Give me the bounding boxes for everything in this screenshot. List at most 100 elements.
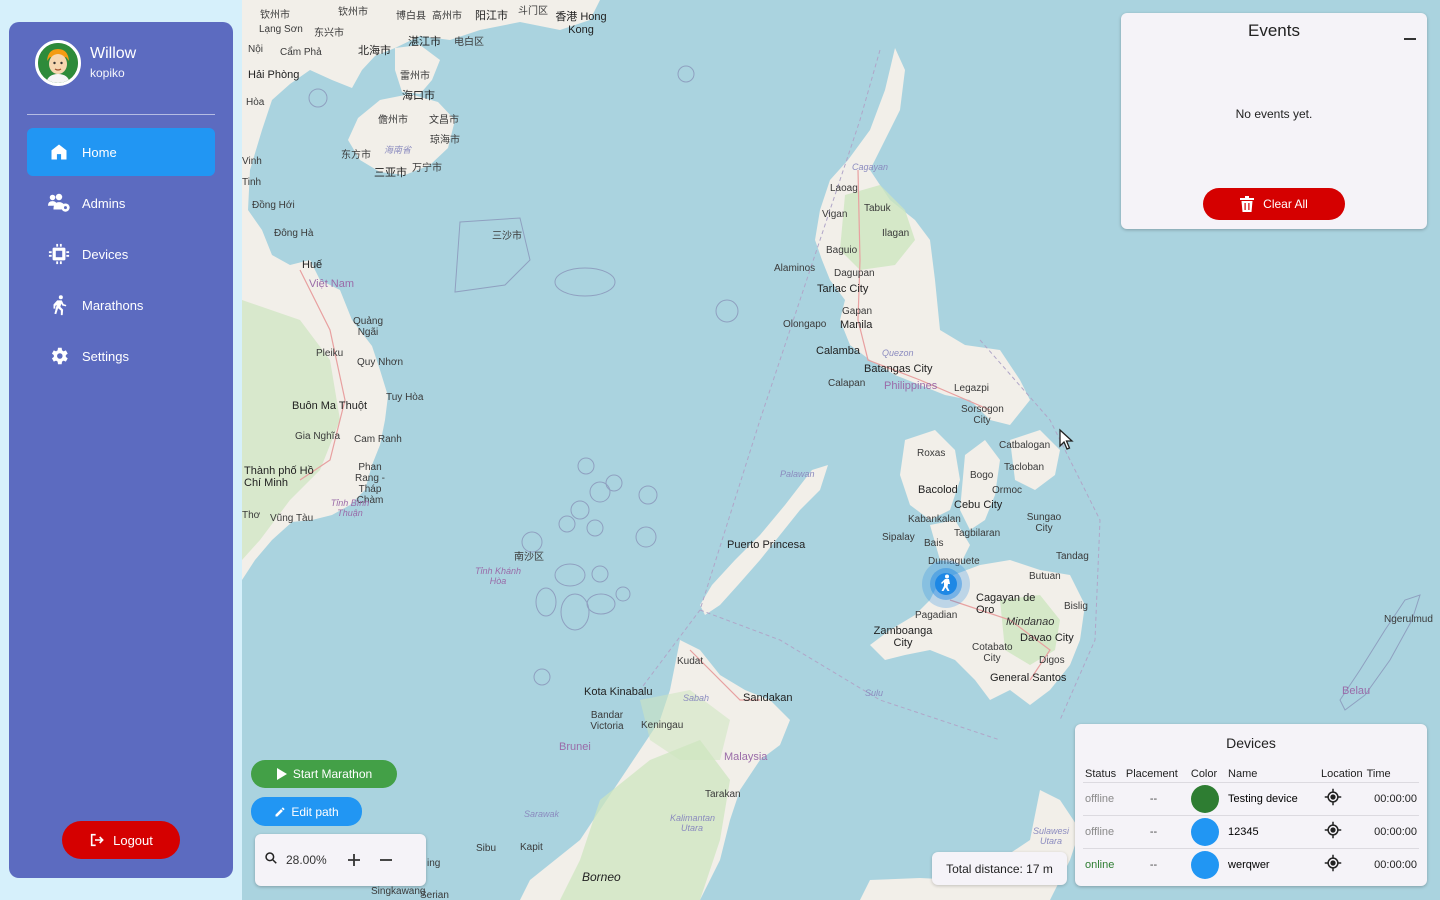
map-label: Baguio (826, 245, 858, 256)
map-label: Tinh (242, 177, 262, 188)
device-marker[interactable] (922, 560, 970, 608)
clear-all-label: Clear All (1263, 197, 1308, 211)
devices-panel: Devices Status Placement Color Name Loca… (1075, 724, 1427, 886)
map-label: 斗门区 (518, 6, 548, 17)
user-profile[interactable]: Willow kopiko (35, 40, 136, 86)
column-header[interactable]: Name (1226, 766, 1312, 782)
zoom-in-button[interactable] (340, 846, 368, 874)
sidebar-item-label: Devices (82, 246, 129, 262)
start-marathon-button[interactable]: Start Marathon (251, 760, 397, 788)
map-label: 三亚市 (374, 167, 407, 179)
map-label: Calamba (816, 345, 861, 357)
map-label: Ormoc (992, 485, 1022, 496)
location-cell (1311, 781, 1365, 815)
column-header[interactable]: Color (1189, 766, 1226, 782)
color-cell (1188, 847, 1227, 881)
sidebar-item-settings[interactable]: Settings (27, 332, 215, 380)
column-header[interactable]: Location (1312, 766, 1365, 782)
avatar[interactable] (35, 40, 81, 86)
map-label: Bandar Victoria (590, 710, 624, 732)
map-label: 儋州市 (378, 115, 408, 126)
map-label: Cebu City (954, 499, 1003, 511)
devices-table: Status Placement Color Name Location Tim… (1083, 766, 1419, 881)
locate-icon[interactable] (1324, 854, 1342, 875)
map-label: Thơ (242, 510, 261, 521)
sidebar-item-home[interactable]: Home (27, 128, 215, 176)
table-row[interactable]: offline -- Testing device 00:00:00 (1083, 781, 1419, 815)
edit-path-button[interactable]: Edit path (251, 797, 362, 826)
sidebar-nav: Home Admins Devices Marathons Settings (27, 128, 215, 383)
placement-cell: -- (1123, 847, 1189, 881)
collapse-events-button[interactable] (1403, 29, 1417, 43)
map-label: 海口市 (402, 90, 435, 102)
mouse-cursor-icon (1058, 428, 1076, 457)
map-label: 北海市 (358, 45, 391, 57)
map-label: 电白区 (454, 37, 484, 48)
sidebar-item-admins[interactable]: Admins (27, 179, 215, 227)
user-handle: kopiko (90, 66, 125, 80)
column-header[interactable]: Status (1083, 766, 1124, 782)
map-label: Kabankalan (908, 514, 961, 525)
location-cell (1311, 814, 1365, 848)
color-swatch[interactable] (1190, 784, 1219, 813)
color-cell (1188, 814, 1227, 848)
map-label: Tuy Hòa (386, 392, 424, 403)
locate-icon[interactable] (1324, 788, 1342, 809)
map-label: Dagupan (834, 268, 875, 279)
map-label: Bais (924, 538, 944, 549)
map-label: 南沙区 (514, 552, 544, 563)
logout-button[interactable]: Logout (62, 821, 180, 859)
sidebar-item-label: Settings (82, 348, 129, 364)
map-label: Davao City (1020, 632, 1074, 644)
map-label: Nội (248, 44, 264, 55)
map-label: Laoag (830, 183, 858, 194)
time-cell: 00:00:00 (1364, 814, 1419, 848)
map-label: Tabuk (864, 203, 891, 214)
runner-icon (47, 293, 71, 317)
column-header[interactable]: Time (1365, 766, 1419, 782)
map-label: Tacloban (1004, 462, 1045, 473)
clear-all-button[interactable]: Clear All (1203, 188, 1345, 220)
map-label: Việt Nam (309, 278, 355, 290)
pencil-icon (275, 807, 285, 816)
status-cell: online (1083, 847, 1124, 881)
locate-icon[interactable] (1324, 821, 1342, 842)
map-label: Quezon (882, 348, 914, 358)
map-label: 阳江市 (475, 10, 508, 22)
events-title: Events (1248, 21, 1300, 40)
map-label: Tandag (1056, 551, 1089, 562)
map-label: Quảng Ngãi (352, 316, 384, 338)
map-label: Tagbilaran (954, 528, 1001, 539)
map-label: 东方市 (341, 150, 371, 161)
map-label: Cotabato City (972, 642, 1013, 664)
sidebar-item-devices[interactable]: Devices (27, 230, 215, 278)
map-label: 东兴市 (314, 28, 344, 39)
map-label: Bislig (1064, 601, 1088, 612)
map-label: Sibu (476, 843, 497, 854)
map-label: Kalimantan Utara (670, 813, 716, 833)
map-label: Tỉnh Bình Thuận (330, 498, 370, 518)
map-label: ing (427, 858, 441, 869)
map-label: Batangas City (864, 363, 933, 375)
sidebar-item-marathons[interactable]: Marathons (27, 281, 215, 329)
map-label: Legazpi (954, 383, 990, 394)
map-label: Belau (1342, 685, 1371, 697)
zoom-out-button[interactable] (372, 846, 400, 874)
map-label: Serian (420, 890, 449, 900)
events-empty-text: No events yet. (1235, 107, 1313, 121)
color-swatch[interactable] (1190, 850, 1219, 879)
map-label: Kudat (677, 656, 704, 667)
map-label: Olongapo (783, 319, 827, 330)
map-label: 文昌市 (429, 115, 459, 126)
map-label: Borneo (582, 870, 621, 884)
table-row[interactable]: online -- werqwer 00:00:00 (1083, 847, 1419, 881)
table-row[interactable]: offline -- 12345 00:00:00 (1083, 814, 1419, 848)
status-cell: offline (1083, 814, 1124, 848)
map-label: Kapit (520, 842, 543, 853)
map-label: Sarawak (524, 809, 560, 819)
status-cell: offline (1083, 781, 1124, 815)
avatar-face-icon (38, 43, 78, 83)
column-header[interactable]: Placement (1124, 766, 1189, 782)
color-swatch[interactable] (1190, 817, 1219, 846)
admins-icon (47, 191, 71, 215)
